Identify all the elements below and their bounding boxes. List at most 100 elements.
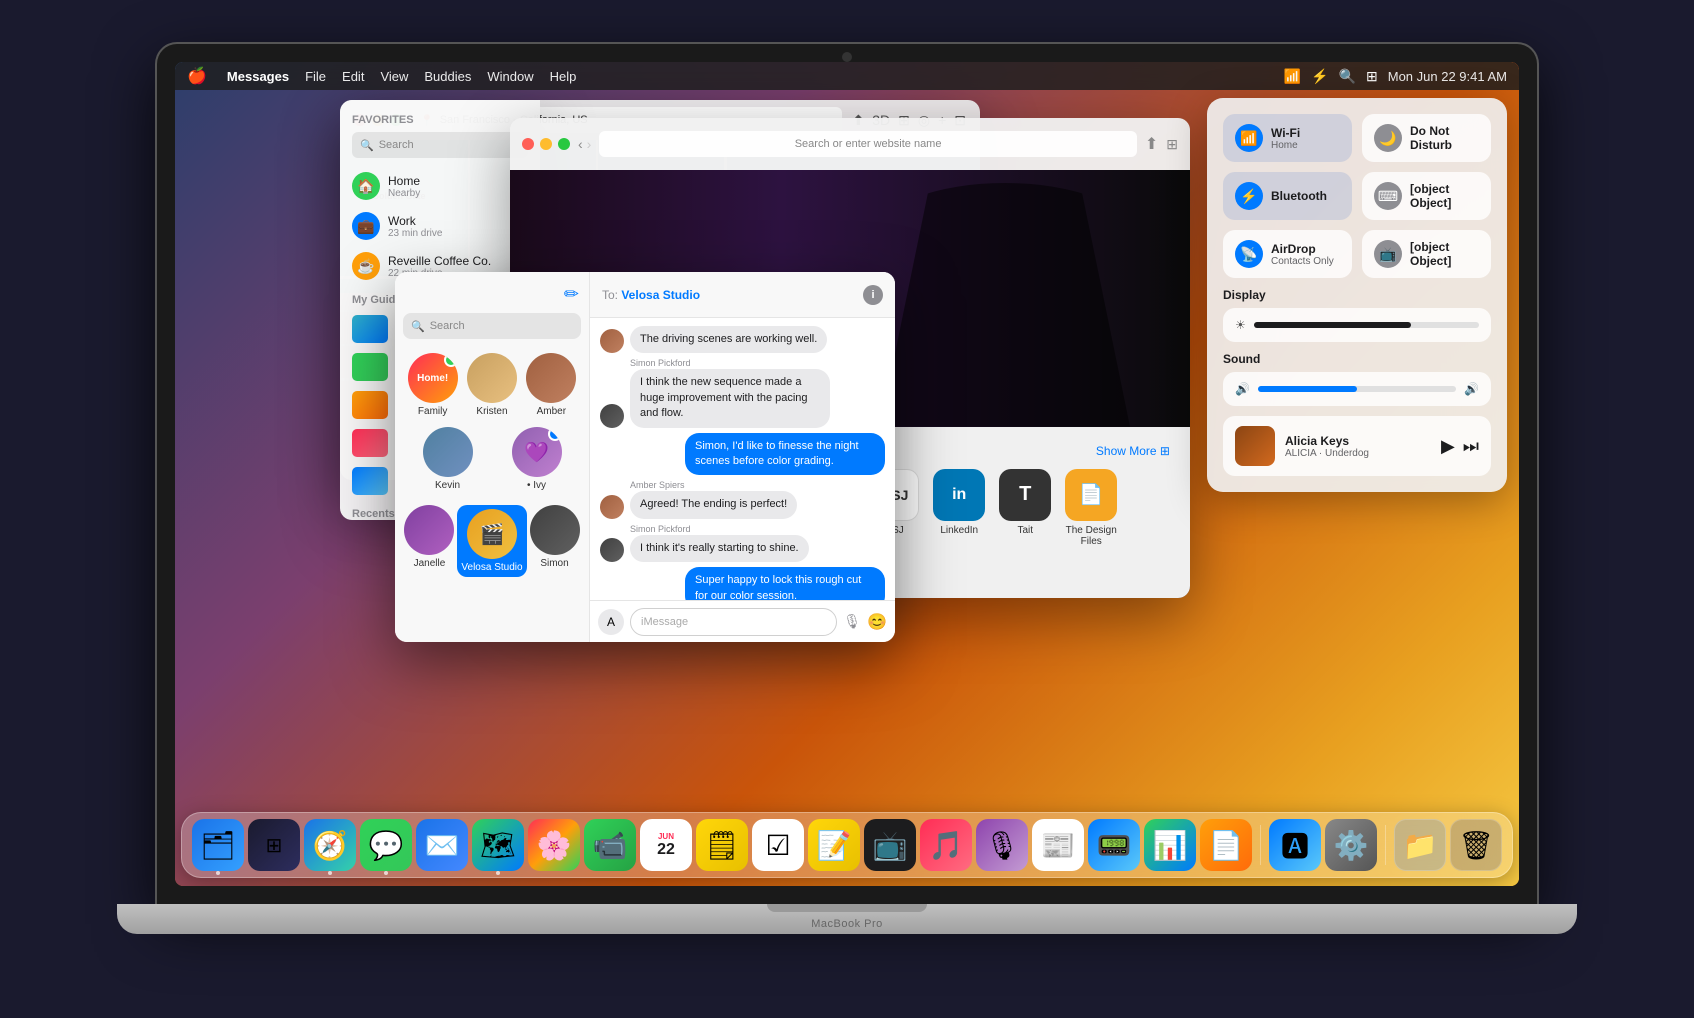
dock-music[interactable]: 🎵 bbox=[920, 819, 972, 871]
tv-icon: 📺 bbox=[873, 829, 908, 862]
to-label: To: bbox=[602, 288, 621, 302]
imessage-input[interactable]: iMessage bbox=[630, 608, 837, 636]
airdrop-label: AirDrop bbox=[1271, 242, 1334, 256]
chat-app-icon[interactable]: A bbox=[598, 609, 624, 635]
work-fav-info: Work 23 min drive bbox=[388, 214, 442, 239]
menu-buddies[interactable]: Buddies bbox=[424, 69, 471, 84]
safari-minimize[interactable] bbox=[540, 138, 552, 150]
messages-search[interactable]: 🔍 Search bbox=[403, 313, 581, 339]
show-more-button[interactable]: Show More ⊞ bbox=[1096, 444, 1170, 458]
dock-finder[interactable]: 🗂 bbox=[192, 819, 244, 871]
bluetooth-icon[interactable]: ⚡ bbox=[1311, 68, 1328, 85]
play-icon[interactable]: ▶ bbox=[1441, 436, 1455, 457]
menu-window[interactable]: Window bbox=[487, 69, 533, 84]
sender-label-simon2: Simon Pickford bbox=[630, 524, 885, 534]
dock-launchpad[interactable]: ⊞ bbox=[248, 819, 300, 871]
person-velosa[interactable]: 🎬 Velosa Studio bbox=[457, 505, 526, 577]
dock-news[interactable]: 📰 bbox=[1032, 819, 1084, 871]
safari-top-bar: ‹ › Search or enter website name ⬆ ⊞ bbox=[522, 131, 1178, 157]
safari-url-bar[interactable]: Search or enter website name bbox=[599, 131, 1137, 157]
dock-photos[interactable]: 🌸 bbox=[528, 819, 580, 871]
chat-info-button[interactable]: i bbox=[863, 285, 883, 305]
cc-airdrop-row: 📡 AirDrop Contacts Only 📺 [object Object… bbox=[1223, 230, 1491, 278]
msg-bubble-5: I think it's really starting to shine. bbox=[630, 535, 809, 562]
control-center-icon[interactable]: ⊞ bbox=[1366, 68, 1378, 85]
dock-mail[interactable]: ✉️ bbox=[416, 819, 468, 871]
brightness-slider[interactable] bbox=[1254, 322, 1479, 328]
dock-tv[interactable]: 📺 bbox=[864, 819, 916, 871]
compose-icon[interactable]: ✏ bbox=[564, 284, 579, 305]
airplay-tile[interactable]: 📺 [object Object] bbox=[1362, 230, 1491, 278]
maps-search-input[interactable]: 🔍 Search bbox=[352, 132, 528, 158]
fav-tait[interactable]: T Tait bbox=[999, 469, 1051, 547]
imessage-placeholder: iMessage bbox=[641, 616, 688, 628]
chat-msg-2-group: Simon Pickford I think the new sequence … bbox=[600, 358, 885, 427]
person-family[interactable]: Home! Family bbox=[408, 353, 458, 417]
wifi-tile[interactable]: 📶 Wi-Fi Home bbox=[1223, 114, 1352, 162]
safari-maximize[interactable] bbox=[558, 138, 570, 150]
janelle-avatar bbox=[404, 505, 454, 555]
music-controls[interactable]: ▶ ⏭ bbox=[1441, 436, 1479, 457]
forward-icon[interactable]: › bbox=[587, 136, 592, 152]
dock-numbers[interactable]: 📊 bbox=[1144, 819, 1196, 871]
menu-edit[interactable]: Edit bbox=[342, 69, 364, 84]
dock-pages[interactable]: 📄 bbox=[1200, 819, 1252, 871]
sound-section-label: Sound bbox=[1223, 352, 1491, 366]
dnd-text: Do Not Disturb bbox=[1410, 124, 1479, 152]
macbook-base bbox=[117, 904, 1577, 934]
audio-icon[interactable]: 🎙 bbox=[843, 613, 861, 630]
safari-close[interactable] bbox=[522, 138, 534, 150]
dock-separator2 bbox=[1385, 825, 1386, 865]
fav-design[interactable]: 📄 The DesignFiles bbox=[1065, 469, 1117, 547]
chat-msg-2: I think the new sequence made a huge imp… bbox=[600, 369, 885, 427]
dock-maps[interactable]: 🗺 bbox=[472, 819, 524, 871]
dock-messages[interactable]: 💬 bbox=[360, 819, 412, 871]
menu-view[interactable]: View bbox=[380, 69, 408, 84]
dock-reminders[interactable]: ☑ bbox=[752, 819, 804, 871]
amber-name: Amber bbox=[537, 406, 566, 417]
msg-bubble-2: I think the new sequence made a huge imp… bbox=[630, 369, 830, 427]
emoji-icon[interactable]: 😊 bbox=[867, 612, 887, 632]
dock-notes[interactable]: 📝 bbox=[808, 819, 860, 871]
skip-icon[interactable]: ⏭ bbox=[1463, 436, 1479, 457]
person-amber[interactable]: Amber bbox=[526, 353, 576, 417]
apple-menu-icon[interactable]: 🍎 bbox=[187, 66, 207, 86]
dock-calendar[interactable]: JUN 22 bbox=[640, 819, 692, 871]
menu-file[interactable]: File bbox=[305, 69, 326, 84]
active-app-name[interactable]: Messages bbox=[227, 69, 289, 84]
person-janelle[interactable]: Janelle bbox=[404, 505, 454, 577]
person-simon[interactable]: Simon bbox=[530, 505, 580, 577]
dock-podcasts[interactable]: 🎙 bbox=[976, 819, 1028, 871]
fav-linkedin[interactable]: in LinkedIn bbox=[933, 469, 985, 547]
numbers-icon: 📊 bbox=[1153, 829, 1188, 862]
volume-slider[interactable] bbox=[1258, 386, 1456, 392]
wifi-icon[interactable]: 📶 bbox=[1284, 68, 1301, 85]
dock-facetime[interactable]: 📹 bbox=[584, 819, 636, 871]
menu-help[interactable]: Help bbox=[550, 69, 577, 84]
chat-header: To: Velosa Studio i bbox=[590, 272, 895, 318]
dock-newfolder[interactable]: 📁 bbox=[1394, 819, 1446, 871]
back-icon[interactable]: ‹ bbox=[578, 136, 583, 152]
dock-safari[interactable]: 🧭 bbox=[304, 819, 356, 871]
dock-trash[interactable]: 🗑 bbox=[1450, 819, 1502, 871]
home-fav-subtitle: Nearby bbox=[388, 188, 420, 199]
do-not-disturb-tile[interactable]: 🌙 Do Not Disturb bbox=[1362, 114, 1491, 162]
airdrop-tile[interactable]: 📡 AirDrop Contacts Only bbox=[1223, 230, 1352, 278]
dock-sysprefs[interactable]: ⚙️ bbox=[1325, 819, 1377, 871]
safari-share-icon[interactable]: ⬆ bbox=[1145, 134, 1158, 154]
search-icon-msg: 🔍 bbox=[411, 320, 425, 333]
stickies-icon: 🗒 bbox=[704, 829, 740, 862]
bluetooth-tile[interactable]: ⚡ Bluetooth bbox=[1223, 172, 1352, 220]
person-kristen[interactable]: Kristen bbox=[467, 353, 517, 417]
kb-icon: ⌨ bbox=[1374, 182, 1402, 210]
dock-appstore[interactable]: 🅰 bbox=[1269, 819, 1321, 871]
search-icon[interactable]: 🔍 bbox=[1339, 68, 1356, 85]
person-kevin[interactable]: Kevin bbox=[423, 427, 473, 491]
safari-tabs-icon[interactable]: ⊞ bbox=[1166, 136, 1178, 153]
dock-stickies[interactable]: 🗒 bbox=[696, 819, 748, 871]
dock-sidecar[interactable]: 📟 bbox=[1088, 819, 1140, 871]
msg-bubble-3: Simon, I'd like to finesse the night sce… bbox=[685, 433, 885, 476]
keyboard-brightness-tile[interactable]: ⌨ [object Object] bbox=[1362, 172, 1491, 220]
person-ivy[interactable]: 💜 • Ivy bbox=[512, 427, 562, 491]
velosa-avatar: 🎬 bbox=[467, 509, 517, 559]
